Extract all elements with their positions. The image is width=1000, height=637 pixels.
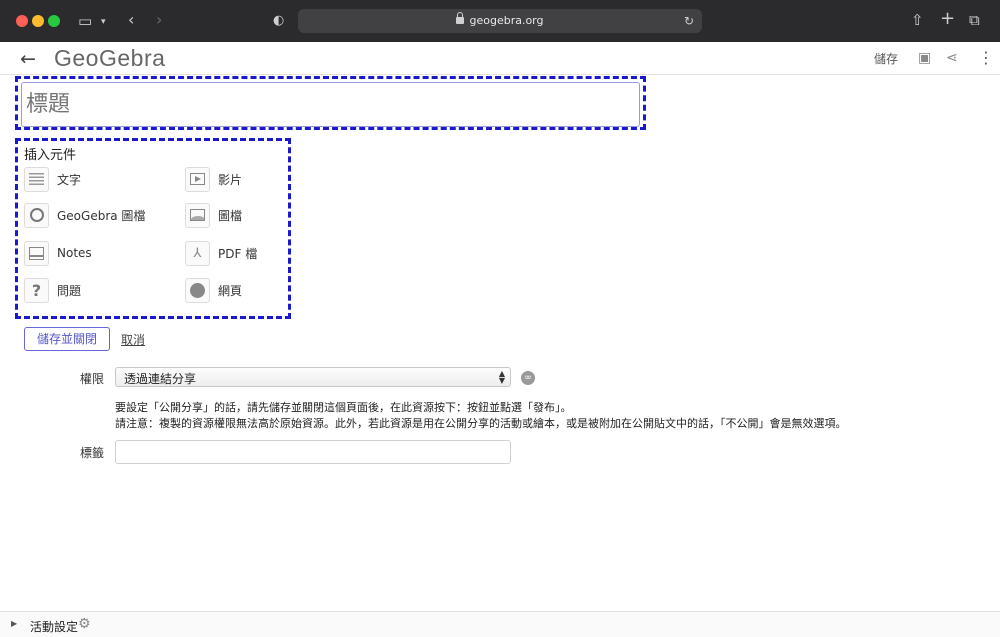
- insert-text-button[interactable]: 文字: [24, 166, 81, 192]
- insert-image-button[interactable]: 圖檔: [185, 202, 242, 228]
- cancel-button[interactable]: 取消: [121, 331, 145, 348]
- insert-video-label: 影片: [218, 172, 243, 187]
- more-menu-icon[interactable]: ⋮: [978, 48, 994, 67]
- insert-question-label: 問題: [57, 283, 82, 298]
- permission-info-line2: 請注意：複製的資源權限無法高於原始資源。此外，若此資源是用在公開分享的活動或繪本…: [115, 417, 847, 430]
- insert-text-label: 文字: [57, 172, 82, 187]
- save-button[interactable]: 儲存: [874, 50, 898, 67]
- screenshot-icon[interactable]: ▣: [918, 50, 931, 66]
- insert-pdf-label: PDF 檔: [218, 246, 258, 261]
- minimize-window-button[interactable]: [32, 15, 44, 27]
- forward-nav-icon[interactable]: ›: [156, 12, 162, 28]
- close-window-button[interactable]: [16, 15, 28, 27]
- text-lines-icon: [24, 166, 49, 192]
- geogebra-icon: [24, 202, 49, 228]
- link-icon[interactable]: ∞: [521, 371, 535, 385]
- tags-input[interactable]: [115, 440, 511, 464]
- chevron-down-icon[interactable]: ▾: [101, 14, 106, 30]
- expand-arrow-icon[interactable]: ▶: [11, 619, 17, 628]
- insert-webpage-button[interactable]: 網頁: [185, 277, 242, 303]
- insert-video-button[interactable]: 影片: [185, 166, 242, 192]
- notes-icon: [24, 240, 49, 266]
- image-icon: [185, 202, 210, 228]
- insert-pdf-button[interactable]: ⅄ PDF 檔: [185, 240, 257, 266]
- insert-image-label: 圖檔: [218, 208, 243, 223]
- back-nav-icon[interactable]: ‹: [128, 12, 134, 28]
- new-tab-icon[interactable]: +: [940, 10, 955, 28]
- insert-question-button[interactable]: ? 問題: [24, 277, 81, 303]
- permission-select[interactable]: 透過連結分享 ▲ ▼: [115, 367, 511, 387]
- browser-toolbar: ▭ ▾ ‹ › ◐ geogebra.org ↻ ⇧ + ⧉: [0, 0, 1000, 42]
- web-page-icon: [185, 277, 210, 303]
- zoom-window-button[interactable]: [48, 15, 60, 27]
- question-icon: ?: [24, 277, 49, 303]
- lock-icon: [456, 12, 465, 24]
- permission-selected-value: 透過連結分享: [124, 372, 197, 386]
- title-input[interactable]: [21, 82, 640, 127]
- video-icon: [185, 166, 210, 192]
- privacy-shield-icon[interactable]: ◐: [273, 13, 284, 29]
- gear-icon[interactable]: ⚙: [78, 616, 91, 632]
- activity-settings-label: 活動設定: [30, 620, 79, 634]
- pdf-icon: ⅄: [185, 240, 210, 266]
- share-icon[interactable]: ⋖: [946, 50, 958, 66]
- permission-info-line1: 要設定「公開分享」的話，請先儲存並關閉這個頁面後，在此資源按下：按鈕並點選「發布…: [115, 401, 572, 414]
- tab-overview-icon[interactable]: ⧉: [969, 12, 980, 28]
- geogebra-logo: GeoGebra: [54, 45, 166, 71]
- tags-label: 標籤: [80, 446, 105, 460]
- share-browser-icon[interactable]: ⇧: [911, 12, 924, 28]
- reload-icon[interactable]: ↻: [684, 13, 694, 29]
- insert-heading: 插入元件: [24, 148, 77, 163]
- save-and-close-button[interactable]: 儲存並關閉: [24, 327, 110, 351]
- permission-label: 權限: [80, 372, 105, 386]
- insert-geogebra-button[interactable]: GeoGebra 圖檔: [24, 202, 145, 228]
- app-header: ← GeoGebra 儲存 ▣ ⋖ ⋮: [0, 42, 1000, 75]
- select-arrows-icon: ▲ ▼: [498, 369, 505, 385]
- insert-webpage-label: 網頁: [218, 283, 243, 298]
- insert-notes-label: Notes: [57, 246, 92, 260]
- insert-geogebra-label: GeoGebra 圖檔: [57, 208, 146, 223]
- sidebar-toggle-icon[interactable]: ▭: [78, 13, 92, 29]
- activity-settings-bar[interactable]: ▶ 活動設定 ⚙: [0, 611, 1000, 637]
- back-arrow-icon[interactable]: ←: [20, 48, 36, 70]
- address-bar[interactable]: geogebra.org ↻: [298, 9, 702, 33]
- url-text: geogebra.org: [469, 14, 544, 27]
- insert-notes-button[interactable]: Notes: [24, 240, 92, 266]
